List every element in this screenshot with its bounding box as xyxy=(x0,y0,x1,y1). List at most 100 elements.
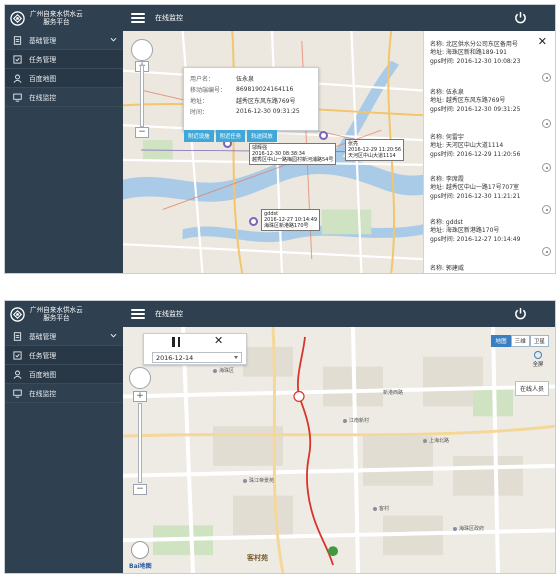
fullscreen-label: 全屏 xyxy=(532,362,544,368)
map-type-satellite[interactable]: 卫星 xyxy=(529,335,549,347)
address-value: 越秀区东风东路769号 xyxy=(236,98,296,105)
map-type-2d[interactable]: 地图 xyxy=(491,335,511,347)
power-icon[interactable] xyxy=(514,11,527,24)
online-monitor-view-2: 广州自来水供水云 服务平台 在线监控 基础管理 任务管理 百度地图 在线监控 +… xyxy=(4,300,556,574)
map-tag-1: 邬辉强 2016-12-30 08:38:34 越秀区中山一路梅园村新河浦路54… xyxy=(249,143,337,165)
map-type-switch: 地图 三维 卫星 xyxy=(491,335,549,347)
user-label: 用户名： xyxy=(190,76,215,83)
zoom-slider[interactable] xyxy=(140,65,144,127)
online-staff-button[interactable]: 在线人员 xyxy=(514,381,549,396)
menu-toggle-icon[interactable] xyxy=(131,13,145,23)
sidebar-item-online-monitor[interactable]: 在线监控 xyxy=(5,88,123,107)
address-label: 地址： xyxy=(190,98,209,105)
time-label: 时间： xyxy=(190,109,209,116)
nearby-tasks-button[interactable]: 附近任务 xyxy=(215,130,246,142)
close-icon[interactable]: ✕ xyxy=(214,334,223,347)
sidebar-item-label: 任务管理 xyxy=(29,56,57,64)
map-area[interactable]: + − ✕ 2016-12-14 地图 三维 卫星 全屏 在线人员 海珠区 江南… xyxy=(123,327,555,573)
sidebar-item-label: 在线监控 xyxy=(29,94,57,102)
map-tag-3: gddst 2016-12-27 10:14:49 海珠区新港路170号 xyxy=(261,209,321,231)
track-playback-button[interactable]: 轨迹回放 xyxy=(247,130,277,142)
user-value: 伍永泉 xyxy=(236,76,255,83)
route-start-marker xyxy=(293,390,305,402)
device-list-panel: ✕ 名称: 北区供水分公司东区备用号 地址: 海珠区新和路189-191 gps… xyxy=(423,31,555,273)
map-poi: 海珠区 xyxy=(213,367,234,374)
locate-icon[interactable] xyxy=(542,205,551,214)
monitor-icon xyxy=(13,389,22,398)
map-area[interactable]: + − 邬辉强 2016-12-30 08:38:34 越秀区中山一路梅园村新河… xyxy=(123,31,423,273)
locate-icon[interactable] xyxy=(542,163,551,172)
map-poi: 珠江帝景苑 xyxy=(243,477,274,484)
map-poi: 上海北路 xyxy=(423,437,449,444)
sidebar-item-basic-management[interactable]: 基础管理 xyxy=(5,31,123,50)
sidebar-item-baidu-map[interactable]: 百度地图 xyxy=(5,365,123,384)
map-tag-text: 邬辉强 2016-12-30 08:38:34 越秀区中山一路梅园村新河浦路54… xyxy=(252,145,334,163)
map-poi: 江南新村 xyxy=(343,417,369,424)
brand-line-1: 广州自来水供水云 xyxy=(30,306,83,314)
map-tag-text: gddst 2016-12-27 10:14:49 海珠区新港路170号 xyxy=(264,211,318,229)
device-list-item[interactable]: 名称: 郭建威 xyxy=(430,265,552,273)
map-type-3d[interactable]: 三维 xyxy=(510,335,530,347)
chevron-down-icon xyxy=(110,37,117,42)
time-value: 2016-12-30 09:31:25 xyxy=(236,108,300,115)
baidu-logo: Bai地图 xyxy=(129,563,152,570)
map-tag-2: 张亮 2016-12-29 11:20:56 天河区中山大道1114 xyxy=(345,139,405,161)
zoom-out-button[interactable]: − xyxy=(133,484,147,495)
zoom-out-button[interactable]: − xyxy=(135,127,149,138)
brand-line-2: 服务平台 xyxy=(43,314,70,322)
sidebar-item-online-monitor[interactable]: 在线监控 xyxy=(5,384,123,403)
brand-line-2: 服务平台 xyxy=(43,18,70,26)
sidebar-item-label: 任务管理 xyxy=(29,352,57,360)
zoom-slider[interactable] xyxy=(138,403,142,483)
device-name: 名称: 郭建威 xyxy=(430,265,464,272)
device-list-item[interactable]: 名称: 伍永泉 地址: 越秀区东风东路769号 gps时间: 2016-12-3… xyxy=(430,89,552,114)
device-address: 地址: 天河区中山大道1114 xyxy=(430,142,504,150)
person-marker-3[interactable] xyxy=(249,217,258,226)
brand-line-1: 广州自来水供水云 xyxy=(30,10,83,18)
locate-icon[interactable] xyxy=(542,247,551,256)
map-poi: 海珠区政府 xyxy=(453,525,484,532)
sidebar-item-label: 基础管理 xyxy=(29,333,57,341)
sidebar-item-task-management[interactable]: 任务管理 xyxy=(5,50,123,69)
device-gps-time: gps时间: 2016-12-30 11:21:21 xyxy=(430,192,521,200)
sidebar-item-task-management[interactable]: 任务管理 xyxy=(5,346,123,365)
task-icon xyxy=(13,54,22,64)
sidebar-item-baidu-map[interactable]: 百度地图 xyxy=(5,69,123,88)
fullscreen-button[interactable]: 全屏 xyxy=(531,351,545,371)
sidebar-item-label: 基础管理 xyxy=(29,37,57,45)
person-icon xyxy=(13,74,22,83)
chevron-down-icon xyxy=(234,356,238,359)
device-address: 地址: 海珠区新港路170号 xyxy=(430,227,500,235)
page-title: 在线监控 xyxy=(155,14,183,22)
online-monitor-view-1: 广州自来水供水云 服务平台 在线监控 基础管理 任务管理 百度地图 在线监控 −… xyxy=(4,4,556,274)
playback-date-field[interactable]: 2016-12-14 xyxy=(152,352,242,363)
sidebar-item-label: 在线监控 xyxy=(29,390,57,398)
person-info-popup: 用户名： 伍永泉 移动端编号： 869819024164116 地址： 越秀区东风东路… xyxy=(183,67,319,142)
pan-control[interactable] xyxy=(131,39,153,61)
location-control[interactable] xyxy=(131,541,149,559)
nearby-facilities-button[interactable]: 附近设施 xyxy=(184,130,214,142)
top-bar: 广州自来水供水云 服务平台 在线监控 xyxy=(5,5,555,31)
route-end-marker xyxy=(328,546,338,557)
locate-icon[interactable] xyxy=(542,119,551,128)
zoom-in-button[interactable]: + xyxy=(133,391,147,402)
power-icon[interactable] xyxy=(514,307,527,320)
chevron-down-icon xyxy=(110,333,117,338)
pan-control[interactable] xyxy=(129,367,151,389)
brand: 广州自来水供水云 服务平台 xyxy=(5,5,123,31)
sidebar: 基础管理 任务管理 百度地图 在线监控 xyxy=(5,31,123,273)
map-street-label: 新港西路 xyxy=(383,390,404,396)
device-list-item[interactable]: 名称: 北区供水分公司东区备用号 地址: 海珠区新和路189-191 gps时间… xyxy=(430,41,552,66)
sidebar: 基础管理 任务管理 百度地图 在线监控 xyxy=(5,327,123,573)
device-list-item[interactable]: 名称: 何雷宇 地址: 天河区中山大道1114 gps时间: 2016-12-2… xyxy=(430,134,552,159)
locate-icon[interactable] xyxy=(542,73,551,82)
menu-toggle-icon[interactable] xyxy=(131,309,145,319)
logo-icon xyxy=(10,10,25,26)
person-marker-2[interactable] xyxy=(319,131,328,140)
device-gps-time: gps时间: 2016-12-30 09:31:25 xyxy=(430,105,521,113)
sidebar-item-basic-management[interactable]: 基础管理 xyxy=(5,327,123,346)
pause-icon[interactable] xyxy=(172,337,180,347)
device-gps-time: gps时间: 2016-12-27 10:14:49 xyxy=(430,235,521,243)
device-list-item[interactable]: 名称: gddst 地址: 海珠区新港路170号 gps时间: 2016-12-… xyxy=(430,219,552,244)
device-list-item[interactable]: 名称: 李席霞 地址: 越秀区中山一路17号707室 gps时间: 2016-1… xyxy=(430,176,552,201)
